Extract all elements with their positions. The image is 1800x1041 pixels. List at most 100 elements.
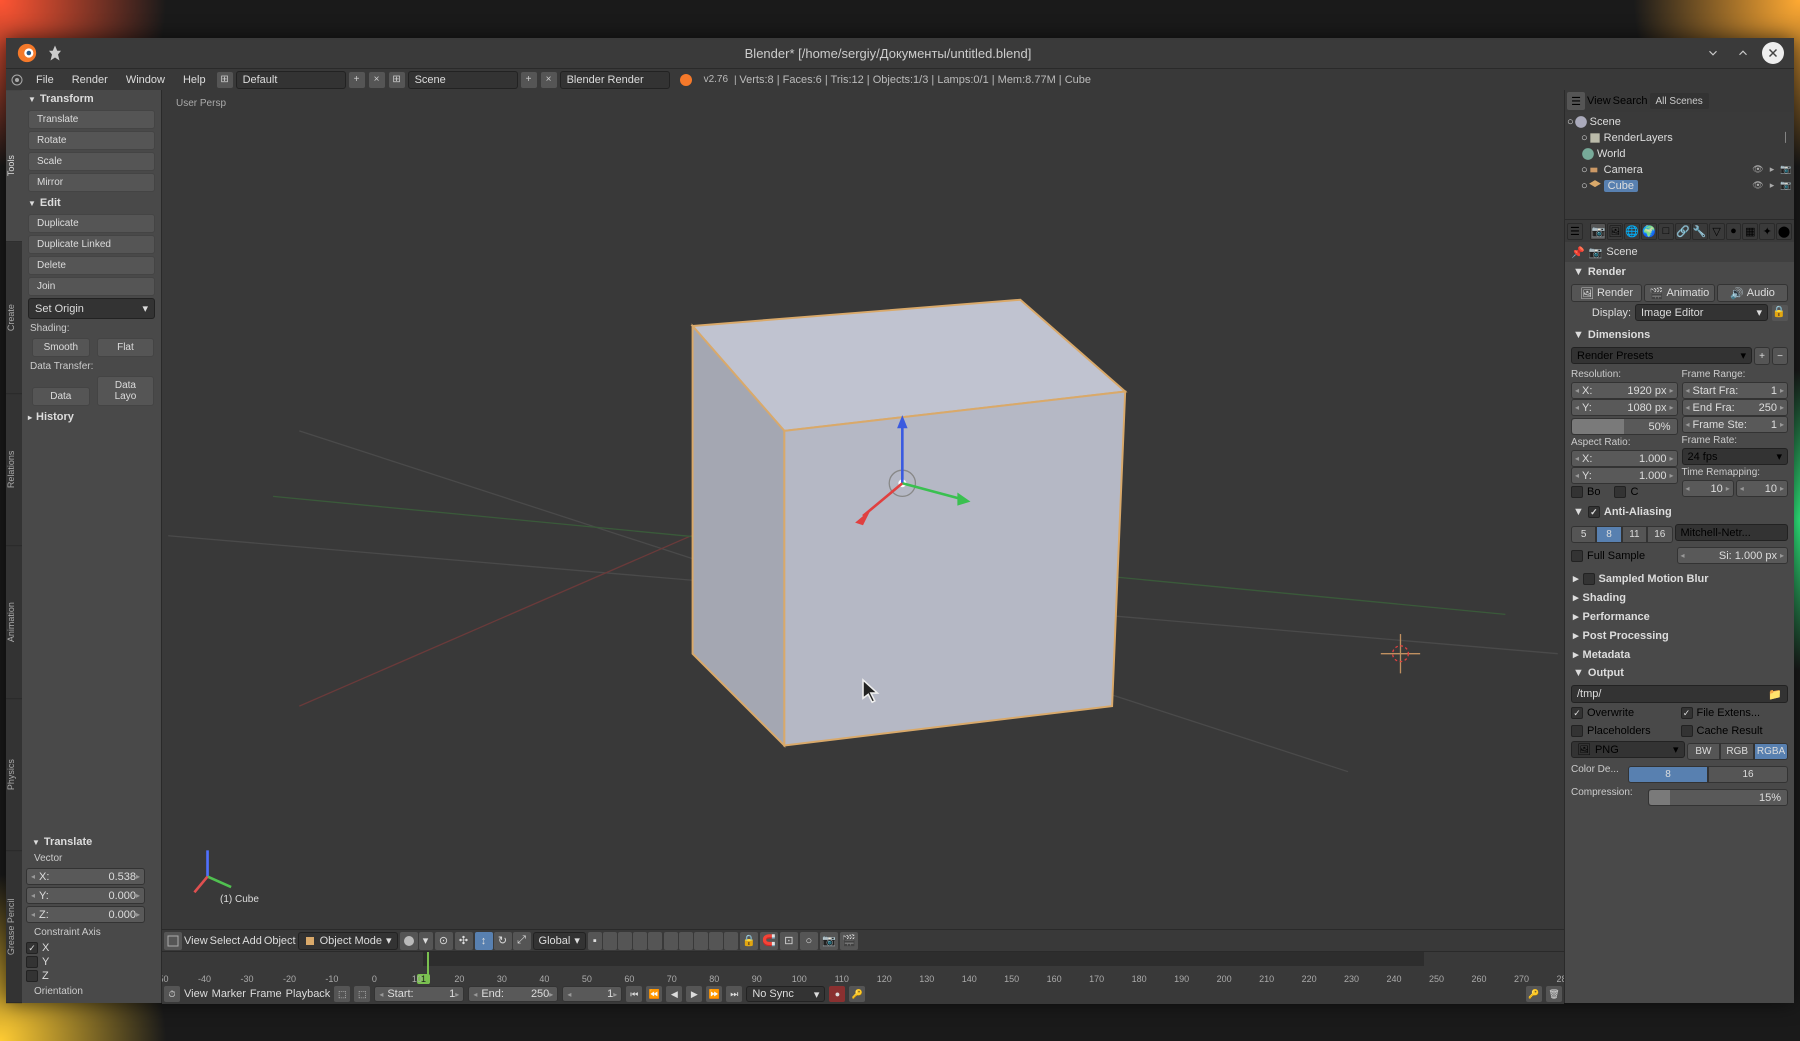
outliner-search-menu[interactable]: Search bbox=[1613, 95, 1648, 107]
output-panel-header[interactable]: ▼Output bbox=[1569, 665, 1790, 681]
cache-result-checkbox[interactable] bbox=[1681, 725, 1693, 737]
history-header[interactable]: ▸History bbox=[22, 408, 161, 426]
duplicate-linked-button[interactable]: Duplicate Linked bbox=[28, 235, 155, 254]
jump-end-icon[interactable]: ⏭ bbox=[726, 986, 742, 1002]
current-frame-field[interactable]: ◂1▸ bbox=[562, 986, 622, 1002]
render-tab-icon[interactable]: 📷 bbox=[1590, 223, 1606, 240]
restrict-view-icon[interactable]: 👁 bbox=[1752, 164, 1764, 176]
delete-scene-icon[interactable]: × bbox=[541, 72, 557, 88]
menu-render[interactable]: Render bbox=[64, 71, 116, 89]
jump-start-icon[interactable]: ⏮ bbox=[626, 986, 642, 1002]
object-menu[interactable]: Object bbox=[264, 935, 296, 947]
render-engine-dropdown[interactable]: Blender Render bbox=[560, 71, 670, 89]
world-tab-icon[interactable]: 🌍 bbox=[1641, 223, 1657, 240]
frame-step-field[interactable]: ◂Frame Ste:1▸ bbox=[1682, 416, 1789, 433]
modifiers-tab-icon[interactable]: 🔧 bbox=[1692, 223, 1708, 240]
pin-icon[interactable]: 📌 bbox=[1571, 246, 1585, 259]
range-icon[interactable]: ⬚ bbox=[334, 986, 350, 1002]
scene-browse-icon[interactable]: ⊞ bbox=[389, 72, 405, 88]
aa-filter-dropdown[interactable]: Mitchell-Netr... bbox=[1675, 524, 1789, 541]
aspect-x-field[interactable]: ◂X:1.000▸ bbox=[1571, 450, 1678, 467]
editor-type-icon[interactable] bbox=[8, 71, 26, 89]
animation-button[interactable]: 🎬Animatio bbox=[1644, 284, 1715, 302]
metadata-panel-header[interactable]: ▸Metadata bbox=[1569, 646, 1790, 663]
constraint-y-checkbox[interactable] bbox=[26, 956, 38, 968]
autokey-icon[interactable]: ● bbox=[829, 986, 845, 1002]
layers-1[interactable]: ▪ bbox=[588, 932, 662, 950]
aa-11-button[interactable]: 11 bbox=[1622, 526, 1647, 543]
audio-button[interactable]: 🔊Audio bbox=[1717, 284, 1788, 302]
view-menu[interactable]: View bbox=[184, 935, 208, 947]
keying-set-icon[interactable]: 🔑 bbox=[849, 986, 865, 1002]
tab-grease-pencil[interactable]: Grease Pencil bbox=[6, 851, 22, 1003]
constraints-tab-icon[interactable]: 🔗 bbox=[1675, 223, 1691, 240]
translate-button[interactable]: Translate bbox=[28, 110, 155, 129]
restrict-render-icon[interactable]: 📷 bbox=[1780, 164, 1792, 176]
remap-old-field[interactable]: ◂10▸ bbox=[1682, 480, 1734, 497]
display-dropdown[interactable]: Image Editor▾ bbox=[1635, 304, 1768, 321]
pin-icon[interactable] bbox=[46, 44, 64, 62]
lock-interface-icon[interactable]: 🔒 bbox=[1772, 305, 1788, 321]
manipulator-toggle-icon[interactable]: ✣ bbox=[455, 932, 473, 950]
rotate-manipulator-icon[interactable]: ↻ bbox=[494, 932, 512, 950]
data-tab-icon[interactable]: ▽ bbox=[1709, 223, 1725, 240]
restrict-view-icon[interactable]: 👁 bbox=[1752, 180, 1764, 192]
tl-view-menu[interactable]: View bbox=[184, 988, 208, 1000]
play-reverse-icon[interactable]: ◀ bbox=[666, 986, 682, 1002]
aa-16-button[interactable]: 16 bbox=[1647, 526, 1672, 543]
screen-layout-dropdown[interactable]: Default bbox=[236, 71, 346, 89]
crop-checkbox[interactable] bbox=[1614, 486, 1626, 498]
vector-y-field[interactable]: ◂Y:0.000▸ bbox=[26, 887, 145, 904]
scene-dropdown[interactable]: Scene bbox=[408, 71, 518, 89]
render-anim-icon[interactable]: 🎬 bbox=[840, 932, 858, 950]
preview-range-icon[interactable]: ⬚ bbox=[354, 986, 370, 1002]
rgb-button[interactable]: RGB bbox=[1720, 743, 1754, 760]
material-tab-icon[interactable]: ● bbox=[1726, 223, 1742, 240]
menu-help[interactable]: Help bbox=[175, 71, 214, 89]
rotate-button[interactable]: Rotate bbox=[28, 131, 155, 150]
constraint-z-checkbox[interactable] bbox=[26, 970, 38, 982]
insert-key-icon[interactable]: 🔑 bbox=[1526, 986, 1542, 1002]
editor-type-icon[interactable]: ☰ bbox=[1567, 92, 1585, 110]
start-frame-field[interactable]: ◂Start Fra:1▸ bbox=[1682, 382, 1789, 399]
tl-playback-menu[interactable]: Playback bbox=[286, 988, 331, 1000]
render-presets-dropdown[interactable]: Render Presets▾ bbox=[1571, 347, 1752, 364]
translate-manipulator-icon[interactable]: ↕ bbox=[475, 932, 493, 950]
tl-frame-menu[interactable]: Frame bbox=[250, 988, 282, 1000]
duplicate-button[interactable]: Duplicate bbox=[28, 214, 155, 233]
texture-tab-icon[interactable]: ▦ bbox=[1742, 223, 1758, 240]
menu-file[interactable]: File bbox=[28, 71, 62, 89]
dimensions-panel-header[interactable]: ▼Dimensions bbox=[1569, 327, 1790, 343]
postproc-panel-header[interactable]: ▸Post Processing bbox=[1569, 627, 1790, 644]
play-icon[interactable]: ▶ bbox=[686, 986, 702, 1002]
object-tab-icon[interactable]: □ bbox=[1658, 223, 1674, 240]
maximize-button[interactable] bbox=[1732, 42, 1754, 64]
shading-solid-icon[interactable] bbox=[400, 932, 418, 950]
orientation-dropdown[interactable]: Global▾ bbox=[533, 932, 586, 950]
lock-camera-icon[interactable]: 🔒 bbox=[740, 932, 758, 950]
edit-header[interactable]: ▼Edit bbox=[22, 194, 161, 212]
minimize-button[interactable] bbox=[1702, 42, 1724, 64]
delete-layout-icon[interactable]: × bbox=[369, 72, 385, 88]
res-y-field[interactable]: ◂Y:1080 px▸ bbox=[1571, 399, 1678, 416]
scene-tab-icon[interactable]: 🌐 bbox=[1624, 223, 1640, 240]
back-to-previous-icon[interactable]: ⊞ bbox=[217, 72, 233, 88]
join-button[interactable]: Join bbox=[28, 277, 155, 296]
mode-dropdown[interactable]: Object Mode▾ bbox=[298, 932, 398, 950]
tab-tools[interactable]: Tools bbox=[6, 90, 22, 242]
timeline-ruler[interactable]: -50-40-30-20-100102030405060708090100110… bbox=[162, 952, 1564, 984]
overwrite-checkbox[interactable] bbox=[1571, 707, 1583, 719]
transform-header[interactable]: ▼Transform bbox=[22, 90, 161, 108]
vector-x-field[interactable]: ◂X:0.538▸ bbox=[26, 868, 145, 885]
placeholders-checkbox[interactable] bbox=[1571, 725, 1583, 737]
depth-16-button[interactable]: 16 bbox=[1708, 766, 1788, 783]
proportional-icon[interactable]: ○ bbox=[800, 932, 818, 950]
aa-5-button[interactable]: 5 bbox=[1571, 526, 1596, 543]
smb-panel-header[interactable]: ▸Sampled Motion Blur bbox=[1569, 570, 1790, 587]
shading-dropdown-icon[interactable]: ▾ bbox=[419, 932, 433, 950]
res-percentage-slider[interactable]: 50% bbox=[1571, 418, 1678, 435]
restrict-render-icon[interactable]: 📷 bbox=[1780, 180, 1792, 192]
tab-create[interactable]: Create bbox=[6, 242, 22, 394]
aa-8-button[interactable]: 8 bbox=[1596, 526, 1621, 543]
tab-physics[interactable]: Physics bbox=[6, 699, 22, 851]
